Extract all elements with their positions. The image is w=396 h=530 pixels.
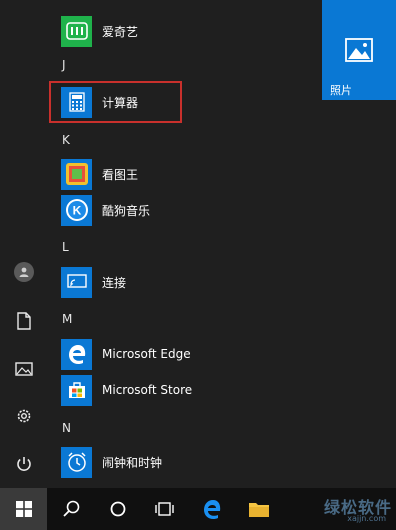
iqiyi-icon: [61, 15, 92, 47]
taskbar-explorer-button[interactable]: [235, 488, 282, 530]
search-button[interactable]: [47, 488, 94, 530]
task-view-button[interactable]: [141, 488, 188, 530]
app-label-iqiyi: 爱奇艺: [102, 24, 139, 39]
section-letter-n[interactable]: N: [62, 421, 71, 435]
avatar: [13, 262, 34, 282]
app-item-kugou[interactable]: K 酷狗音乐: [61, 193, 261, 227]
folder-icon: [248, 503, 269, 517]
svg-text:K: K: [72, 204, 81, 218]
connect-icon: [61, 266, 92, 298]
app-list: 爱奇艺 J 计算器 K 看图王 K 酷狗音乐 L 连接 M Microsoft …: [47, 0, 317, 488]
app-label-connect: 连接: [102, 275, 127, 290]
alarm-clock-icon: [61, 446, 92, 478]
app-item-edge[interactable]: Microsoft Edge: [61, 337, 261, 371]
photos-icon: [345, 38, 373, 62]
document-icon: [16, 312, 31, 330]
power-icon: [16, 457, 31, 471]
app-item-iqiyi[interactable]: 爱奇艺: [61, 14, 261, 48]
app-item-image-viewer[interactable]: 看图王: [61, 157, 261, 191]
photos-tile[interactable]: 照片: [322, 0, 396, 100]
windows-logo-icon: [15, 501, 32, 517]
cortana-button[interactable]: [94, 488, 141, 530]
edge-icon: [203, 500, 220, 520]
pictures-button[interactable]: [0, 351, 47, 387]
start-left-rail: [0, 0, 47, 488]
watermark-url: xajjn.com: [347, 514, 386, 523]
highlight-box: [49, 81, 182, 123]
store-icon: [61, 374, 92, 406]
start-button[interactable]: [0, 488, 47, 530]
search-icon: [62, 500, 79, 517]
image-viewer-icon: [61, 158, 92, 190]
app-label-image-viewer: 看图王: [102, 167, 139, 182]
picture-icon: [14, 362, 33, 376]
settings-button[interactable]: [0, 398, 47, 434]
app-item-store[interactable]: Microsoft Store: [61, 373, 261, 407]
app-label-alarms: 闹钟和时钟: [102, 455, 163, 470]
section-letter-j[interactable]: J: [62, 58, 66, 72]
power-button[interactable]: [0, 446, 47, 482]
taskbar-edge-button[interactable]: [188, 488, 235, 530]
gear-icon: [17, 409, 30, 423]
cortana-circle-icon: [110, 501, 125, 517]
edge-icon: [61, 338, 92, 370]
person-icon: [19, 267, 28, 277]
app-label-store: Microsoft Store: [102, 383, 193, 397]
task-view-icon: [154, 502, 174, 516]
documents-button[interactable]: [0, 303, 47, 339]
section-letter-m[interactable]: M: [62, 312, 72, 326]
app-item-alarms[interactable]: 闹钟和时钟: [61, 445, 261, 479]
section-letter-k[interactable]: K: [62, 133, 70, 147]
app-item-connect[interactable]: 连接: [61, 265, 261, 299]
app-label-kugou: 酷狗音乐: [102, 203, 151, 218]
photos-tile-label: 照片: [330, 84, 352, 97]
app-label-edge: Microsoft Edge: [102, 347, 191, 361]
section-letter-l[interactable]: L: [62, 240, 69, 254]
user-account-button[interactable]: [0, 254, 47, 290]
kugou-music-icon: K: [61, 194, 92, 226]
